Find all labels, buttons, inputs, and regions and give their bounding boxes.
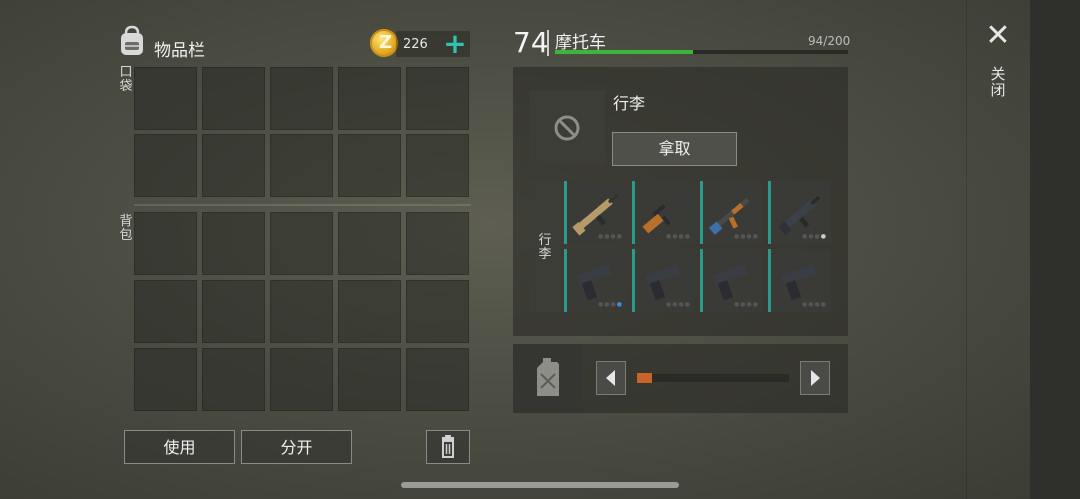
close-button[interactable]: ✕: [984, 21, 1012, 51]
backpack-slot[interactable]: [202, 280, 265, 343]
pocket-slot[interactable]: [270, 67, 333, 130]
backpack-slot[interactable]: [134, 280, 197, 343]
vehicle-level: 74: [513, 26, 549, 59]
right-edge-strip: [1030, 0, 1080, 499]
backpack-slot[interactable]: [202, 348, 265, 411]
backpack-slot[interactable]: [338, 212, 401, 275]
pocket-slot[interactable]: [270, 134, 333, 197]
backpack-slot[interactable]: [406, 348, 469, 411]
split-button[interactable]: 分开: [241, 430, 352, 464]
item-slot-pistol[interactable]: ●●●●: [564, 249, 627, 312]
pocket-slot[interactable]: [338, 134, 401, 197]
add-coins-button[interactable]: +: [443, 30, 467, 58]
capacity-bar: [555, 50, 848, 54]
fuel-slider-handle[interactable]: [637, 373, 652, 383]
capacity-bar-fill: [555, 50, 693, 54]
pocket-slot[interactable]: [202, 67, 265, 130]
chevron-left-icon: [606, 370, 615, 386]
backpack-slot[interactable]: [270, 280, 333, 343]
use-button[interactable]: 使用: [124, 430, 235, 464]
coin-glyph: Z: [379, 32, 393, 53]
item-slot-pistol[interactable]: ●●●●: [700, 249, 763, 312]
backpack-slot[interactable]: [202, 212, 265, 275]
backpack-slot[interactable]: [134, 348, 197, 411]
fuel-slot[interactable]: [513, 344, 582, 413]
item-slot-sniper-rifle[interactable]: ●●●●: [632, 181, 695, 244]
backpack-slot[interactable]: [406, 280, 469, 343]
inventory-divider: [134, 204, 471, 206]
vehicle-capacity: 94/200: [808, 34, 851, 48]
header-separator: [547, 30, 549, 56]
item-slot-pistol[interactable]: ●●●●: [632, 249, 695, 312]
backpack-slot[interactable]: [406, 212, 469, 275]
pocket-label: 口袋: [119, 65, 133, 94]
trash-icon: [442, 435, 454, 458]
close-label[interactable]: 关闭: [990, 66, 1006, 98]
item-slot-ak-rifle[interactable]: ●●●●: [700, 181, 763, 244]
pocket-slot[interactable]: [338, 67, 401, 130]
item-slot-pistol[interactable]: ●●●●: [768, 249, 831, 312]
backpack-label: 背包: [119, 214, 133, 243]
inventory-title: 物品栏: [154, 41, 205, 61]
pocket-slot[interactable]: [134, 134, 197, 197]
fuel-slider-track[interactable]: [637, 374, 789, 382]
luggage-side-label: 行李: [538, 233, 552, 262]
backpack-slot[interactable]: [270, 212, 333, 275]
backpack-slot[interactable]: [338, 348, 401, 411]
take-button[interactable]: 拿取: [612, 132, 737, 166]
close-column-divider: [966, 0, 967, 499]
decrease-button[interactable]: [596, 361, 626, 395]
discard-button[interactable]: [426, 430, 470, 464]
coin-count: 226: [403, 37, 428, 52]
no-item-icon: [554, 115, 580, 141]
backpack-slot[interactable]: [338, 280, 401, 343]
chevron-right-icon: [811, 370, 820, 386]
home-indicator: [401, 482, 679, 488]
backpack-slot[interactable]: [134, 212, 197, 275]
luggage-slot[interactable]: [529, 90, 605, 166]
item-slot-smg[interactable]: ●●●●: [768, 181, 831, 244]
jerry-can-icon: [537, 358, 559, 396]
luggage-title: 行李: [613, 94, 646, 113]
increase-button[interactable]: [800, 361, 830, 395]
pocket-slot[interactable]: [406, 134, 469, 197]
item-slot-assault-rifle[interactable]: ●●●●: [564, 181, 627, 244]
pocket-slot[interactable]: [406, 67, 469, 130]
backpack-icon: [121, 25, 143, 55]
backpack-slot[interactable]: [270, 348, 333, 411]
pocket-slot[interactable]: [202, 134, 265, 197]
pocket-slot[interactable]: [134, 67, 197, 130]
